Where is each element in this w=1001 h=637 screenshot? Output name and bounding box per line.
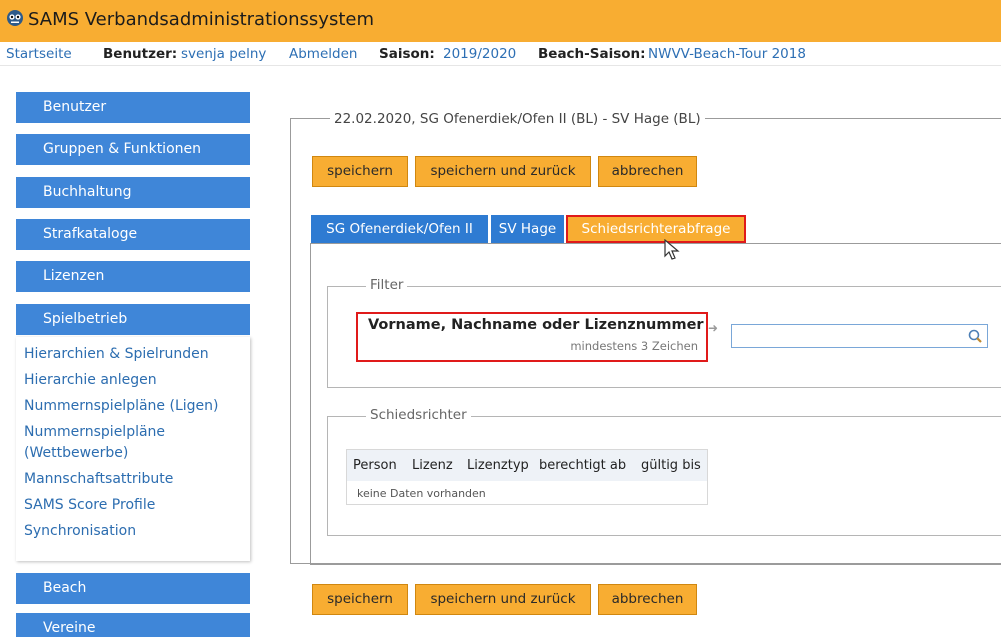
save-button-top[interactable]: speichern xyxy=(312,156,408,187)
save-back-button-top[interactable]: speichern und zurück xyxy=(415,156,591,187)
nav-beach-label: Beach-Saison: xyxy=(538,46,646,62)
column-header-gueltig-bis[interactable]: gültig bis xyxy=(641,458,701,473)
cancel-button-bottom[interactable]: abbrechen xyxy=(598,584,697,615)
column-header-lizenztyp[interactable]: Lizenztyp xyxy=(467,458,529,473)
filter-hint: mindestens 3 Zeichen xyxy=(570,339,698,353)
nav-season-link[interactable]: 2019/2020 xyxy=(443,46,516,62)
nav-season-label: Saison: xyxy=(379,46,435,62)
sidebar-link-mannschaftsattribute[interactable]: Mannschaftsattribute xyxy=(24,469,173,489)
sidebar-item-spielbetrieb[interactable]: Spielbetrieb xyxy=(16,304,250,335)
sidebar-link-nummernspielplaene-wettbewerbe-line2[interactable]: (Wettbewerbe) xyxy=(24,443,128,463)
sidebar-item-benutzer[interactable]: Benutzer xyxy=(16,92,250,123)
nav-user-link[interactable]: svenja pelny xyxy=(181,46,266,62)
tab-away-team[interactable]: SV Hage xyxy=(491,215,564,243)
sidebar-item-strafkataloge[interactable]: Strafkataloge xyxy=(16,219,250,250)
save-back-button-bottom[interactable]: speichern und zurück xyxy=(415,584,591,615)
tab-referee-query[interactable]: Schiedsrichterabfrage xyxy=(566,215,746,243)
filter-legend: Filter xyxy=(366,277,408,293)
sidebar-item-buchhaltung[interactable]: Buchhaltung xyxy=(16,177,250,208)
sidebar-link-hierarchie-anlegen[interactable]: Hierarchie anlegen xyxy=(24,370,157,390)
nav-user-label: Benutzer: xyxy=(103,46,178,62)
sidebar-item-gruppen[interactable]: Gruppen & Funktionen xyxy=(16,134,250,165)
sidebar-link-nummernspielplaene-wettbewerbe[interactable]: Nummernspielpläne xyxy=(24,422,165,442)
match-legend: 22.02.2020, SG Ofenerdiek/Ofen II (BL) -… xyxy=(330,111,705,127)
cancel-button-top[interactable]: abbrechen xyxy=(598,156,697,187)
referees-table: Person Lizenz Lizenztyp berechtigt ab gü… xyxy=(346,449,708,505)
column-header-person[interactable]: Person xyxy=(353,458,397,473)
sidebar-link-score-profile[interactable]: SAMS Score Profile xyxy=(24,495,155,515)
tab-home-team[interactable]: SG Ofenerdiek/Ofen II xyxy=(311,215,488,243)
app-title: SAMS Verbandsadministrationssystem xyxy=(28,9,375,30)
save-button-bottom[interactable]: speichern xyxy=(312,584,408,615)
filter-label-box: Vorname, Nachname oder Lizenznummer mind… xyxy=(356,312,708,362)
mouse-cursor-icon xyxy=(664,239,680,260)
nav-logout-link[interactable]: Abmelden xyxy=(289,46,357,62)
sams-logo-icon xyxy=(7,10,23,26)
column-header-lizenz[interactable]: Lizenz xyxy=(412,458,453,473)
search-icon[interactable] xyxy=(967,328,983,344)
referees-legend: Schiedsrichter xyxy=(366,407,471,423)
sidebar-link-nummernspielplaene-ligen[interactable]: Nummernspielpläne (Ligen) xyxy=(24,396,218,416)
filter-label: Vorname, Nachname oder Lizenznummer xyxy=(368,317,704,333)
sidebar-link-synchronisation[interactable]: Synchronisation xyxy=(24,521,136,541)
sidebar-item-lizenzen[interactable]: Lizenzen xyxy=(16,261,250,292)
arrow-right-icon: ➜ xyxy=(708,321,719,335)
sidebar-item-vereine[interactable]: Vereine xyxy=(16,613,250,637)
search-input[interactable] xyxy=(731,324,988,348)
column-header-berechtigt-ab[interactable]: berechtigt ab xyxy=(539,458,626,473)
app-header: SAMS Verbandsadministrationssystem xyxy=(0,0,1001,42)
table-header: Person Lizenz Lizenztyp berechtigt ab gü… xyxy=(347,450,707,481)
nav-beach-link[interactable]: NWVV-Beach-Tour 2018 xyxy=(648,46,806,62)
nav-home-link[interactable]: Startseite xyxy=(6,46,72,62)
table-empty-message: keine Daten vorhanden xyxy=(357,487,486,500)
sidebar-submenu: Hierarchien & Spielrunden Hierarchie anl… xyxy=(16,337,250,561)
sidebar-link-hierarchien[interactable]: Hierarchien & Spielrunden xyxy=(24,344,209,364)
top-nav: Startseite Benutzer: svenja pelny Abmeld… xyxy=(0,42,1001,66)
sidebar-item-beach[interactable]: Beach xyxy=(16,573,250,604)
